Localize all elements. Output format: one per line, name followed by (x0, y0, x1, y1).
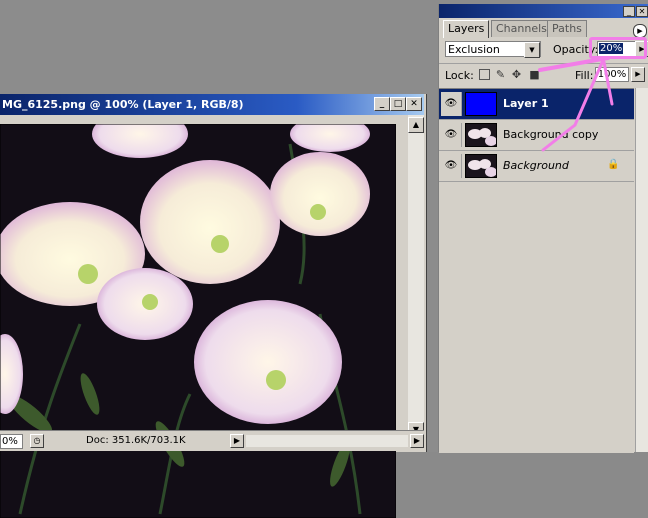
eye-icon[interactable]: 👁 (441, 123, 462, 147)
fill-input[interactable]: 100% (595, 67, 629, 82)
scroll-right-arrow[interactable]: ▶ (410, 434, 424, 448)
layer-name: Background (503, 159, 569, 172)
layer-name: Background copy (503, 128, 599, 141)
status-menu-icon[interactable]: ◷ (30, 434, 44, 448)
eye-icon[interactable]: 👁 (441, 154, 462, 178)
document-window[interactable]: MG_6125.png @ 100% (Layer 1, RGB/8) _ □ … (0, 94, 427, 518)
lock-brush-icon[interactable]: ✎ (495, 69, 506, 80)
panel-minimize-button[interactable]: _ (623, 6, 635, 17)
layer-thumbnail (465, 154, 497, 178)
scroll-up-arrow[interactable]: ▲ (408, 117, 424, 133)
close-button[interactable]: ✕ (406, 97, 422, 111)
tab-channels[interactable]: Channels (491, 20, 552, 37)
chevron-down-icon[interactable]: ▼ (524, 42, 540, 58)
layers-list: 👁 Layer 1 👁 Background copy 👁 Background… (439, 88, 634, 453)
tab-layers[interactable]: Layers (443, 20, 490, 38)
thumbnail-image (468, 159, 496, 177)
canvas-image[interactable] (0, 124, 396, 518)
lock-move-icon[interactable]: ✥ (511, 69, 522, 80)
blend-mode-select[interactable]: Exclusion ▼ (445, 41, 541, 58)
layer-thumbnail (465, 123, 497, 147)
blend-mode-value: Exclusion (448, 43, 500, 56)
maximize-button[interactable]: □ (390, 97, 406, 111)
layer-thumbnail (465, 92, 497, 116)
annotation-highlight-box (589, 37, 647, 59)
lock-label: Lock: (445, 69, 474, 82)
document-statusbar: 0% ◷ Doc: 351.6K/703.1K ▶ ▶ (0, 430, 424, 451)
minimize-button[interactable]: _ (374, 97, 390, 111)
layers-panel: _ ✕ Layers Channels Paths ▶ Exclusion ▼ … (438, 4, 648, 453)
panel-menu-icon[interactable]: ▶ (633, 24, 647, 38)
layer-row-layer-1[interactable]: 👁 Layer 1 (439, 89, 634, 120)
panel-close-button[interactable]: ✕ (636, 6, 648, 17)
lock-row: Lock: ✎ ✥ ■ Fill: 100% ▶ (439, 63, 648, 86)
lock-transparency-icon[interactable] (479, 69, 490, 80)
fill-label: Fill: (575, 69, 594, 82)
document-title: MG_6125.png @ 100% (Layer 1, RGB/8) (2, 98, 244, 111)
flower-photo (0, 124, 396, 518)
doc-size-readout: Doc: 351.6K/703.1K (86, 435, 186, 446)
thumbnail-image (468, 128, 496, 146)
zoom-field[interactable]: 0% (0, 434, 23, 449)
lock-icon: 🔒 (607, 159, 620, 170)
layers-scrollbar[interactable] (635, 88, 648, 452)
layer-name: Layer 1 (503, 97, 549, 110)
document-titlebar[interactable]: MG_6125.png @ 100% (Layer 1, RGB/8) _ □ … (0, 94, 424, 115)
lock-all-icon[interactable]: ■ (529, 69, 540, 80)
eye-icon[interactable]: 👁 (441, 92, 462, 116)
fill-slider-arrow-icon[interactable]: ▶ (631, 67, 645, 82)
panel-titlebar[interactable]: _ ✕ (439, 4, 648, 18)
tab-paths[interactable]: Paths (547, 20, 587, 37)
status-arrow-icon[interactable]: ▶ (230, 434, 244, 448)
layer-row-background[interactable]: 👁 Background 🔒 (439, 151, 634, 182)
document-vertical-scrollbar[interactable]: ▲ ▼ (408, 115, 424, 438)
layer-row-background-copy[interactable]: 👁 Background copy (439, 120, 634, 151)
document-horizontal-scrollbar[interactable] (246, 435, 408, 447)
